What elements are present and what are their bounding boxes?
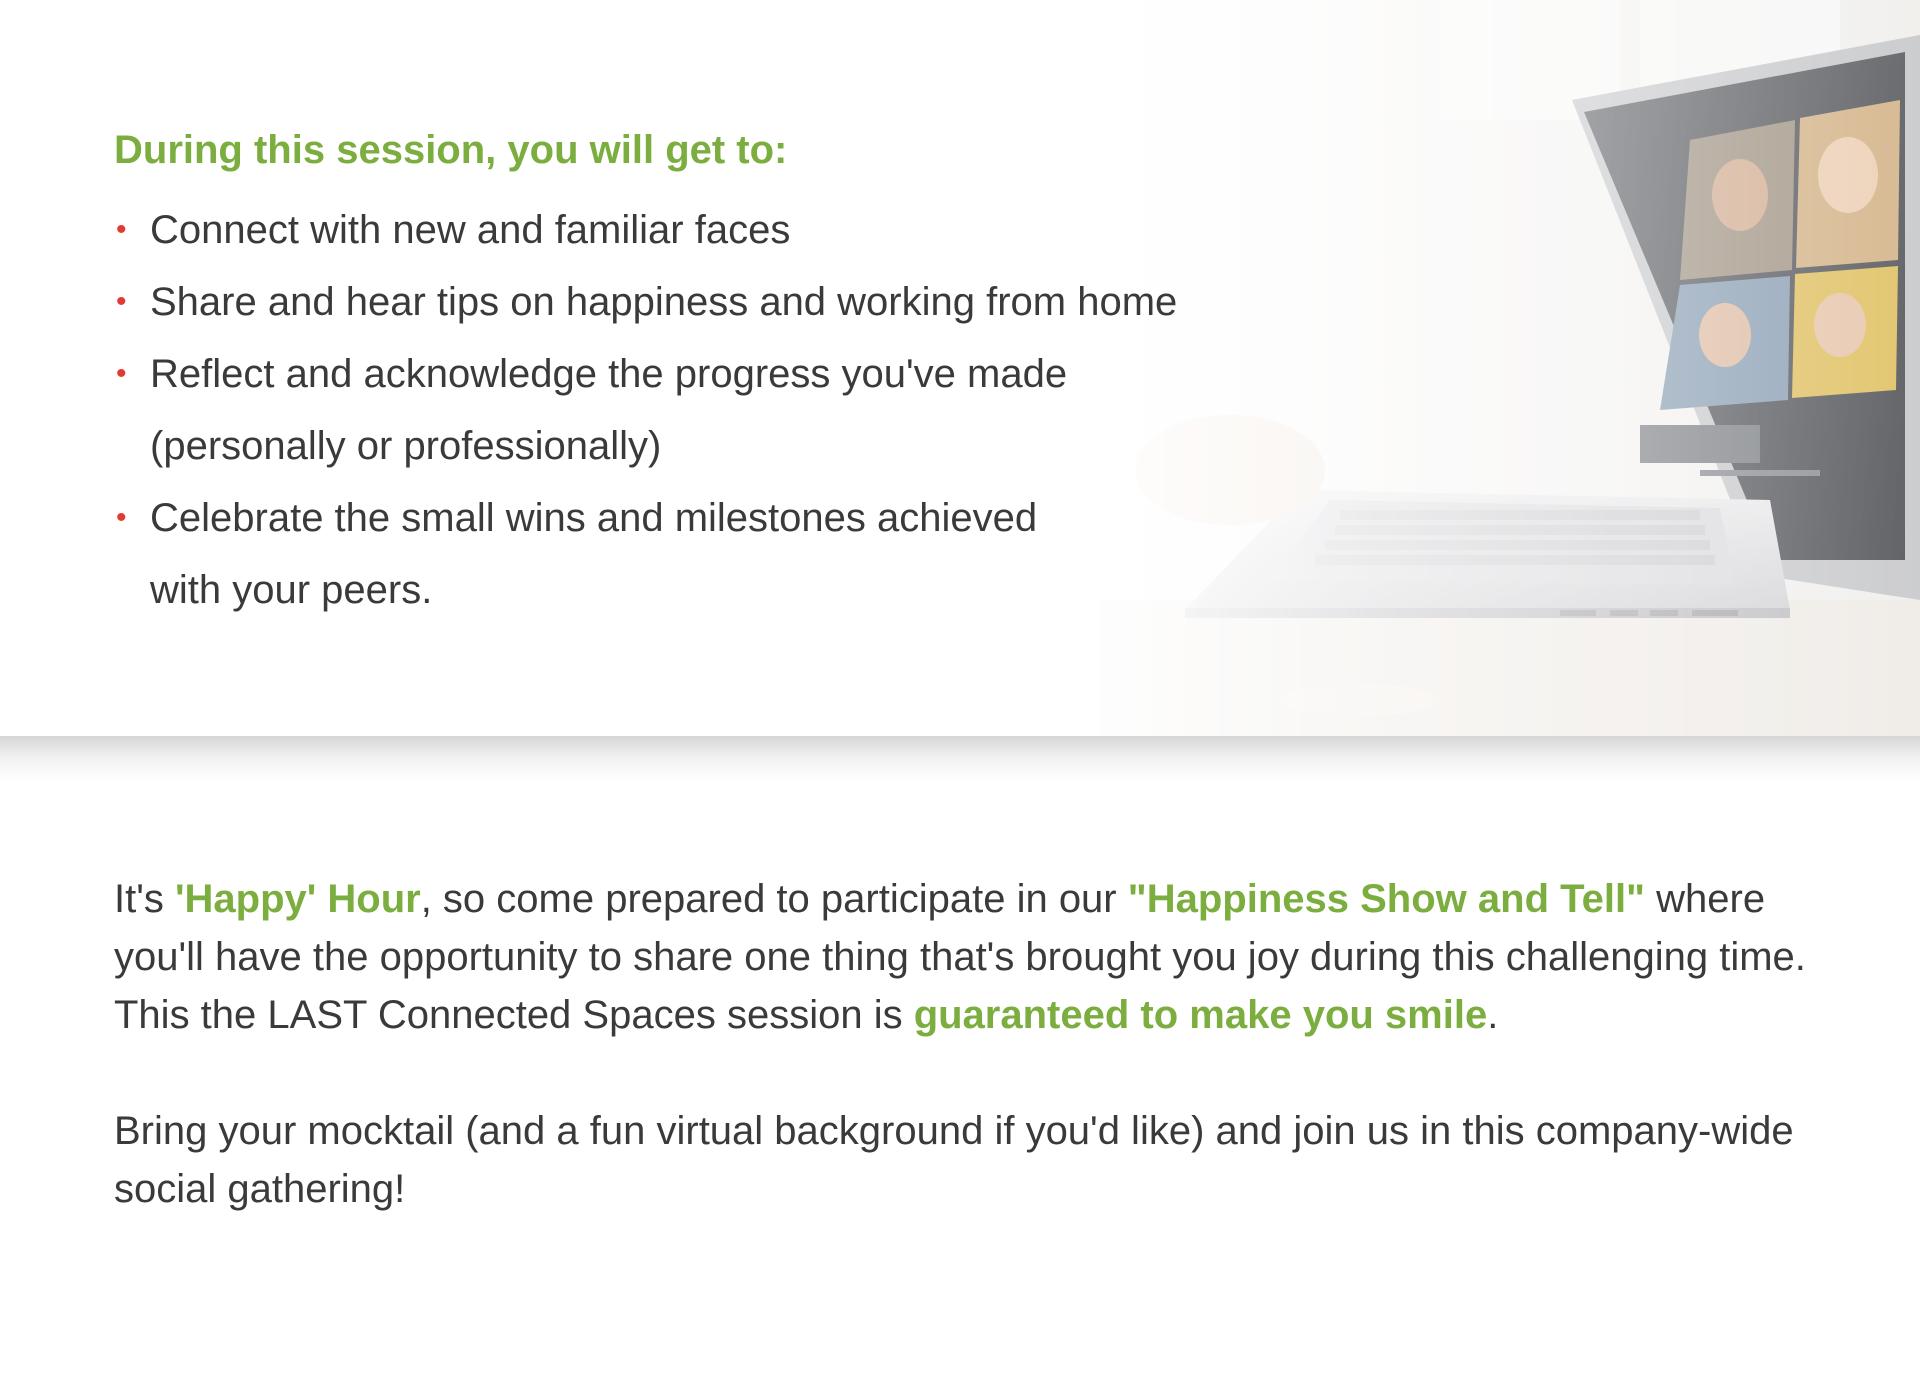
banner-shadow bbox=[0, 736, 1920, 782]
mocktail-paragraph: Bring your mocktail (and a fun virtual b… bbox=[114, 1109, 1794, 1211]
list-item-text-continued: with your peers. bbox=[150, 568, 433, 612]
session-intro-heading: During this session, you will get to: bbox=[114, 128, 788, 172]
paragraph-text: . bbox=[1487, 993, 1499, 1037]
happy-hour-highlight: 'Happy' Hour bbox=[174, 877, 421, 921]
smile-highlight: guaranteed to make you smile bbox=[913, 993, 1488, 1037]
list-item-text: Share and hear tips on happiness and wor… bbox=[150, 280, 1178, 324]
session-highlights: During this session, you will get to: • … bbox=[114, 122, 1314, 626]
list-item: • Connect with new and familiar faces bbox=[114, 194, 1314, 266]
list-item-text-continued: (personally or professionally) bbox=[150, 424, 662, 468]
hero-banner: During this session, you will get to: • … bbox=[0, 0, 1920, 736]
list-item: • Share and hear tips on happiness and w… bbox=[114, 266, 1314, 338]
bullet-dot-icon: • bbox=[116, 357, 127, 390]
list-item-text: Connect with new and familiar faces bbox=[150, 208, 791, 252]
event-description: It's 'Happy' Hour, so come prepared to p… bbox=[114, 870, 1844, 1218]
session-bullet-list: • Connect with new and familiar faces • … bbox=[114, 194, 1314, 626]
bullet-dot-icon: • bbox=[116, 213, 127, 246]
paragraph-text: It's bbox=[114, 877, 175, 921]
paragraph-text: , so come prepared to participate in our bbox=[420, 877, 1128, 921]
bullet-dot-icon: • bbox=[116, 501, 127, 534]
bullet-dot-icon: • bbox=[116, 285, 127, 318]
show-and-tell-highlight: "Happiness Show and Tell" bbox=[1127, 877, 1646, 921]
happy-hour-paragraph: It's 'Happy' Hour, so come prepared to p… bbox=[114, 870, 1844, 1044]
list-item: • Celebrate the small wins and milestone… bbox=[114, 482, 1314, 626]
list-item-text: Celebrate the small wins and milestones … bbox=[150, 496, 1038, 540]
list-item-text: Reflect and acknowledge the progress you… bbox=[150, 352, 1068, 396]
list-item: • Reflect and acknowledge the progress y… bbox=[114, 338, 1314, 482]
